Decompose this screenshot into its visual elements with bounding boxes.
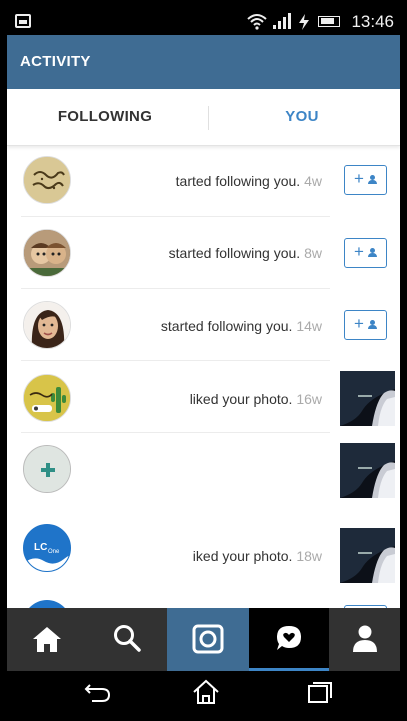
bottom-tab-bar [7,608,400,671]
status-time: 13:46 [351,12,394,31]
follow-back-button[interactable]: + [344,238,387,268]
person-icon [367,319,377,330]
photo-thumbnail[interactable] [340,371,395,426]
avatar[interactable] [23,156,71,204]
recent-apps-icon[interactable] [306,679,334,705]
tab-camera[interactable] [167,608,249,671]
activity-text: started following you. 8w [168,245,322,261]
tab-activity[interactable] [249,608,329,671]
tab-you[interactable]: YOU [204,89,400,145]
woman-avatar-image [24,302,70,348]
avatar[interactable] [23,229,71,277]
activity-text: liked your photo. 16w [189,391,322,407]
home-nav-icon[interactable] [191,678,221,706]
calligraphy-avatar-image [24,157,70,203]
tab-home[interactable] [7,608,87,671]
activity-row[interactable]: LC One iked your photo. 18w [7,506,400,583]
follow-back-button[interactable]: + [344,165,387,195]
avatar[interactable] [23,445,71,493]
notification-icon [15,14,31,28]
photo-thumbnail[interactable] [340,443,395,498]
activity-row[interactable]: started following you. 8w + [7,217,400,289]
activity-text: started following you. 14w [160,318,322,334]
home-icon [33,627,61,652]
system-nav-bar [7,671,400,713]
one-label: One [48,549,60,555]
avatar[interactable] [23,600,71,608]
tab-search[interactable] [86,608,166,671]
activity-row[interactable]: tarted following you. 4w + [7,146,400,217]
charging-icon [299,14,309,30]
wifi-icon [247,14,267,30]
instagram-activity-screen: 13:46 ACTIVITY FOLLOWING YOU tarted foll… [7,8,400,713]
activity-list[interactable]: tarted following you. 4w + started follo… [7,146,400,608]
lc-label: LC [34,542,48,553]
back-icon[interactable] [84,681,112,703]
activity-tabs: FOLLOWING YOU [7,89,400,146]
dark-silhouette-photo [340,443,395,498]
activity-text: tarted following you. 4w [175,173,322,189]
tab-following[interactable]: FOLLOWING [7,89,203,145]
cactus-avatar-image [24,375,70,421]
avatar[interactable] [23,301,71,349]
follow-back-button[interactable]: + [344,310,387,340]
status-bar: 13:46 [7,8,400,35]
avatar[interactable] [23,374,71,422]
plus-icon: + [354,314,364,333]
activity-text: iked your photo. 18w [192,548,322,564]
dark-silhouette-photo [340,528,395,583]
page-title: ACTIVITY [20,53,91,70]
couple-avatar-image [24,230,70,276]
camera-icon [192,624,224,654]
profile-icon [353,625,377,652]
search-icon [114,625,141,652]
activity-row[interactable] [7,433,400,506]
plus-icon [24,446,70,492]
dark-silhouette-photo [340,371,395,426]
activity-row[interactable]: liked your photo. 16w [7,361,400,433]
person-icon [367,174,377,185]
app-bar: ACTIVITY [7,35,400,89]
photo-thumbnail[interactable] [340,528,395,583]
tab-profile[interactable] [329,608,400,671]
activity-icon [277,626,301,650]
battery-icon [318,16,340,27]
plus-icon: + [354,169,364,188]
person-icon [367,247,377,258]
plus-icon: + [354,242,364,261]
avatar[interactable]: LC One [23,524,71,572]
signal-icon [273,13,291,29]
activity-row[interactable]: started following you. 14w + [7,289,400,361]
